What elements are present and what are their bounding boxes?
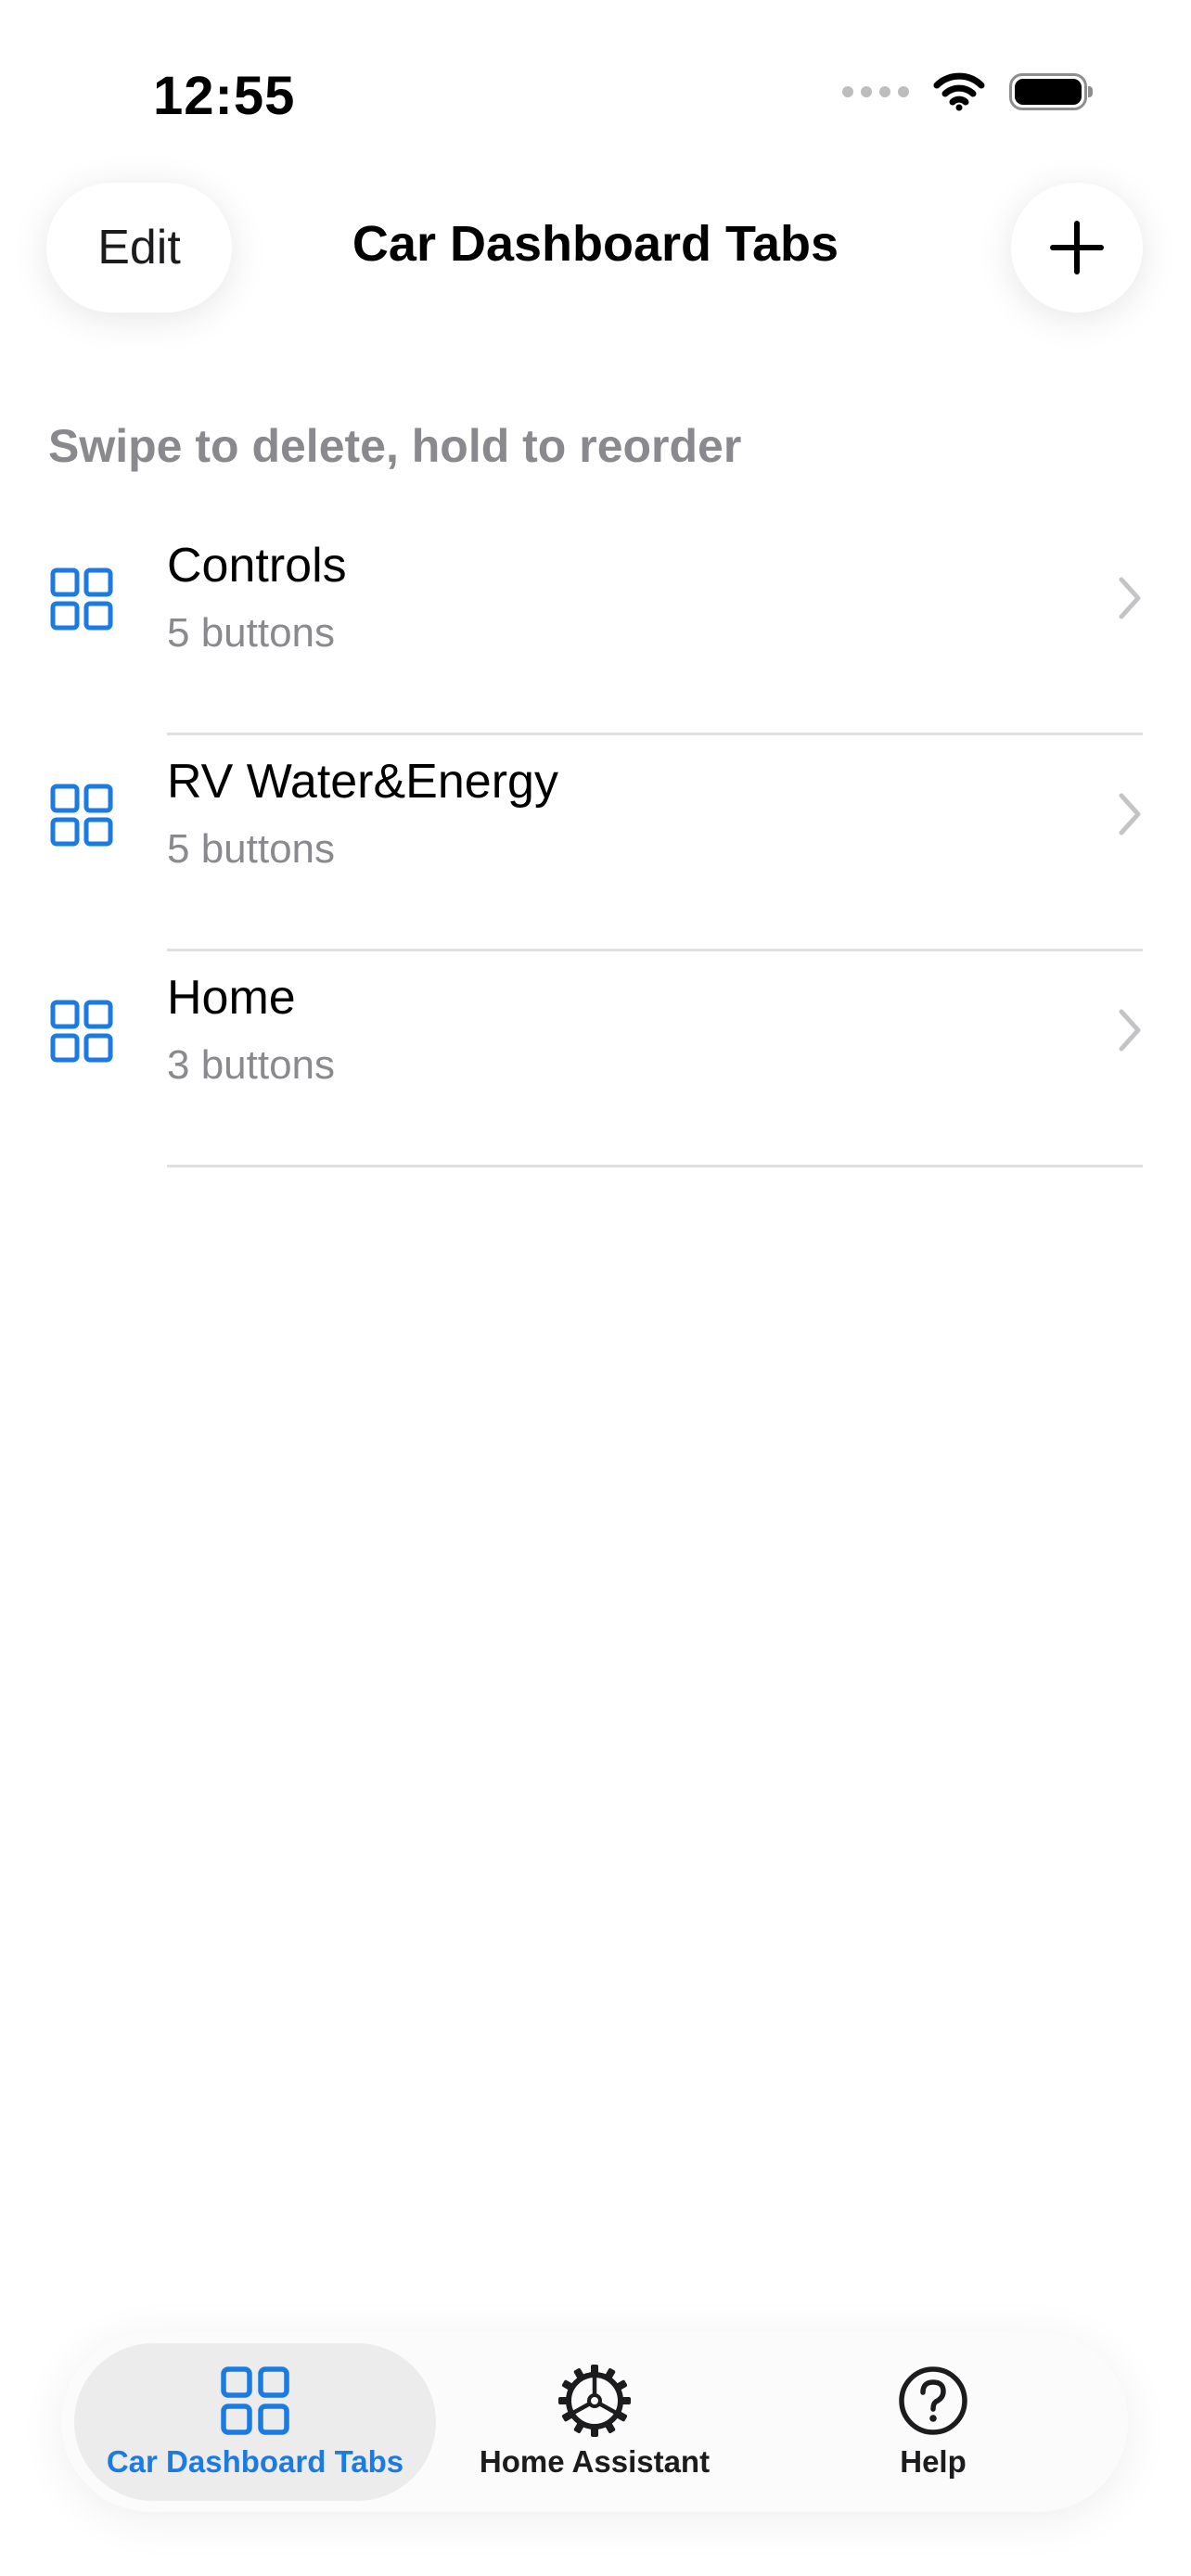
chevron-right-icon <box>1119 577 1141 619</box>
grid-icon <box>50 567 113 631</box>
gear-icon <box>558 2365 631 2437</box>
tab-home-assistant[interactable]: Home Assistant <box>451 2343 738 2501</box>
tab-help[interactable]: Help <box>794 2343 1072 2501</box>
list-item-subtitle: 3 buttons <box>167 1042 336 1088</box>
tab-label: Car Dashboard Tabs <box>106 2444 404 2479</box>
chevron-right-icon <box>1119 793 1141 835</box>
wifi-icon <box>933 72 985 111</box>
status-indicators <box>842 72 1093 111</box>
list-item[interactable]: Controls 5 buttons <box>0 519 1191 735</box>
tab-label: Home Assistant <box>479 2444 711 2479</box>
list-item-title: Controls <box>167 539 347 593</box>
tab-car-dashboard-tabs[interactable]: Car Dashboard Tabs <box>74 2343 436 2501</box>
divider <box>167 1165 1143 1167</box>
screen: 12:55 Edit Car Dashboard Tabs Swipe to d… <box>0 0 1191 2576</box>
add-button[interactable] <box>1011 183 1143 312</box>
question-circle-icon <box>899 2366 967 2435</box>
section-header: Swipe to delete, hold to reorder <box>48 420 742 472</box>
plus-icon <box>1050 221 1104 274</box>
status-time: 12:55 <box>153 66 296 126</box>
list-item[interactable]: RV Water&Energy 5 buttons <box>0 735 1191 951</box>
grid-icon <box>50 1000 113 1063</box>
tab-label: Help <box>900 2444 967 2479</box>
cellular-signal-icon <box>842 86 909 97</box>
grid-icon <box>50 784 113 847</box>
grid-icon <box>221 2366 289 2435</box>
tabs-list: Controls 5 buttons RV Water&Energy 5 but… <box>0 519 1191 1167</box>
battery-icon <box>1009 73 1093 110</box>
list-item-subtitle: 5 buttons <box>167 610 336 656</box>
list-item-subtitle: 5 buttons <box>167 826 336 872</box>
list-item[interactable]: Home 3 buttons <box>0 951 1191 1167</box>
chevron-right-icon <box>1119 1009 1141 1052</box>
list-item-title: RV Water&Energy <box>167 755 558 809</box>
tab-bar: Car Dashboard Tabs Home Assistant Help <box>61 2332 1128 2512</box>
list-item-title: Home <box>167 971 296 1025</box>
